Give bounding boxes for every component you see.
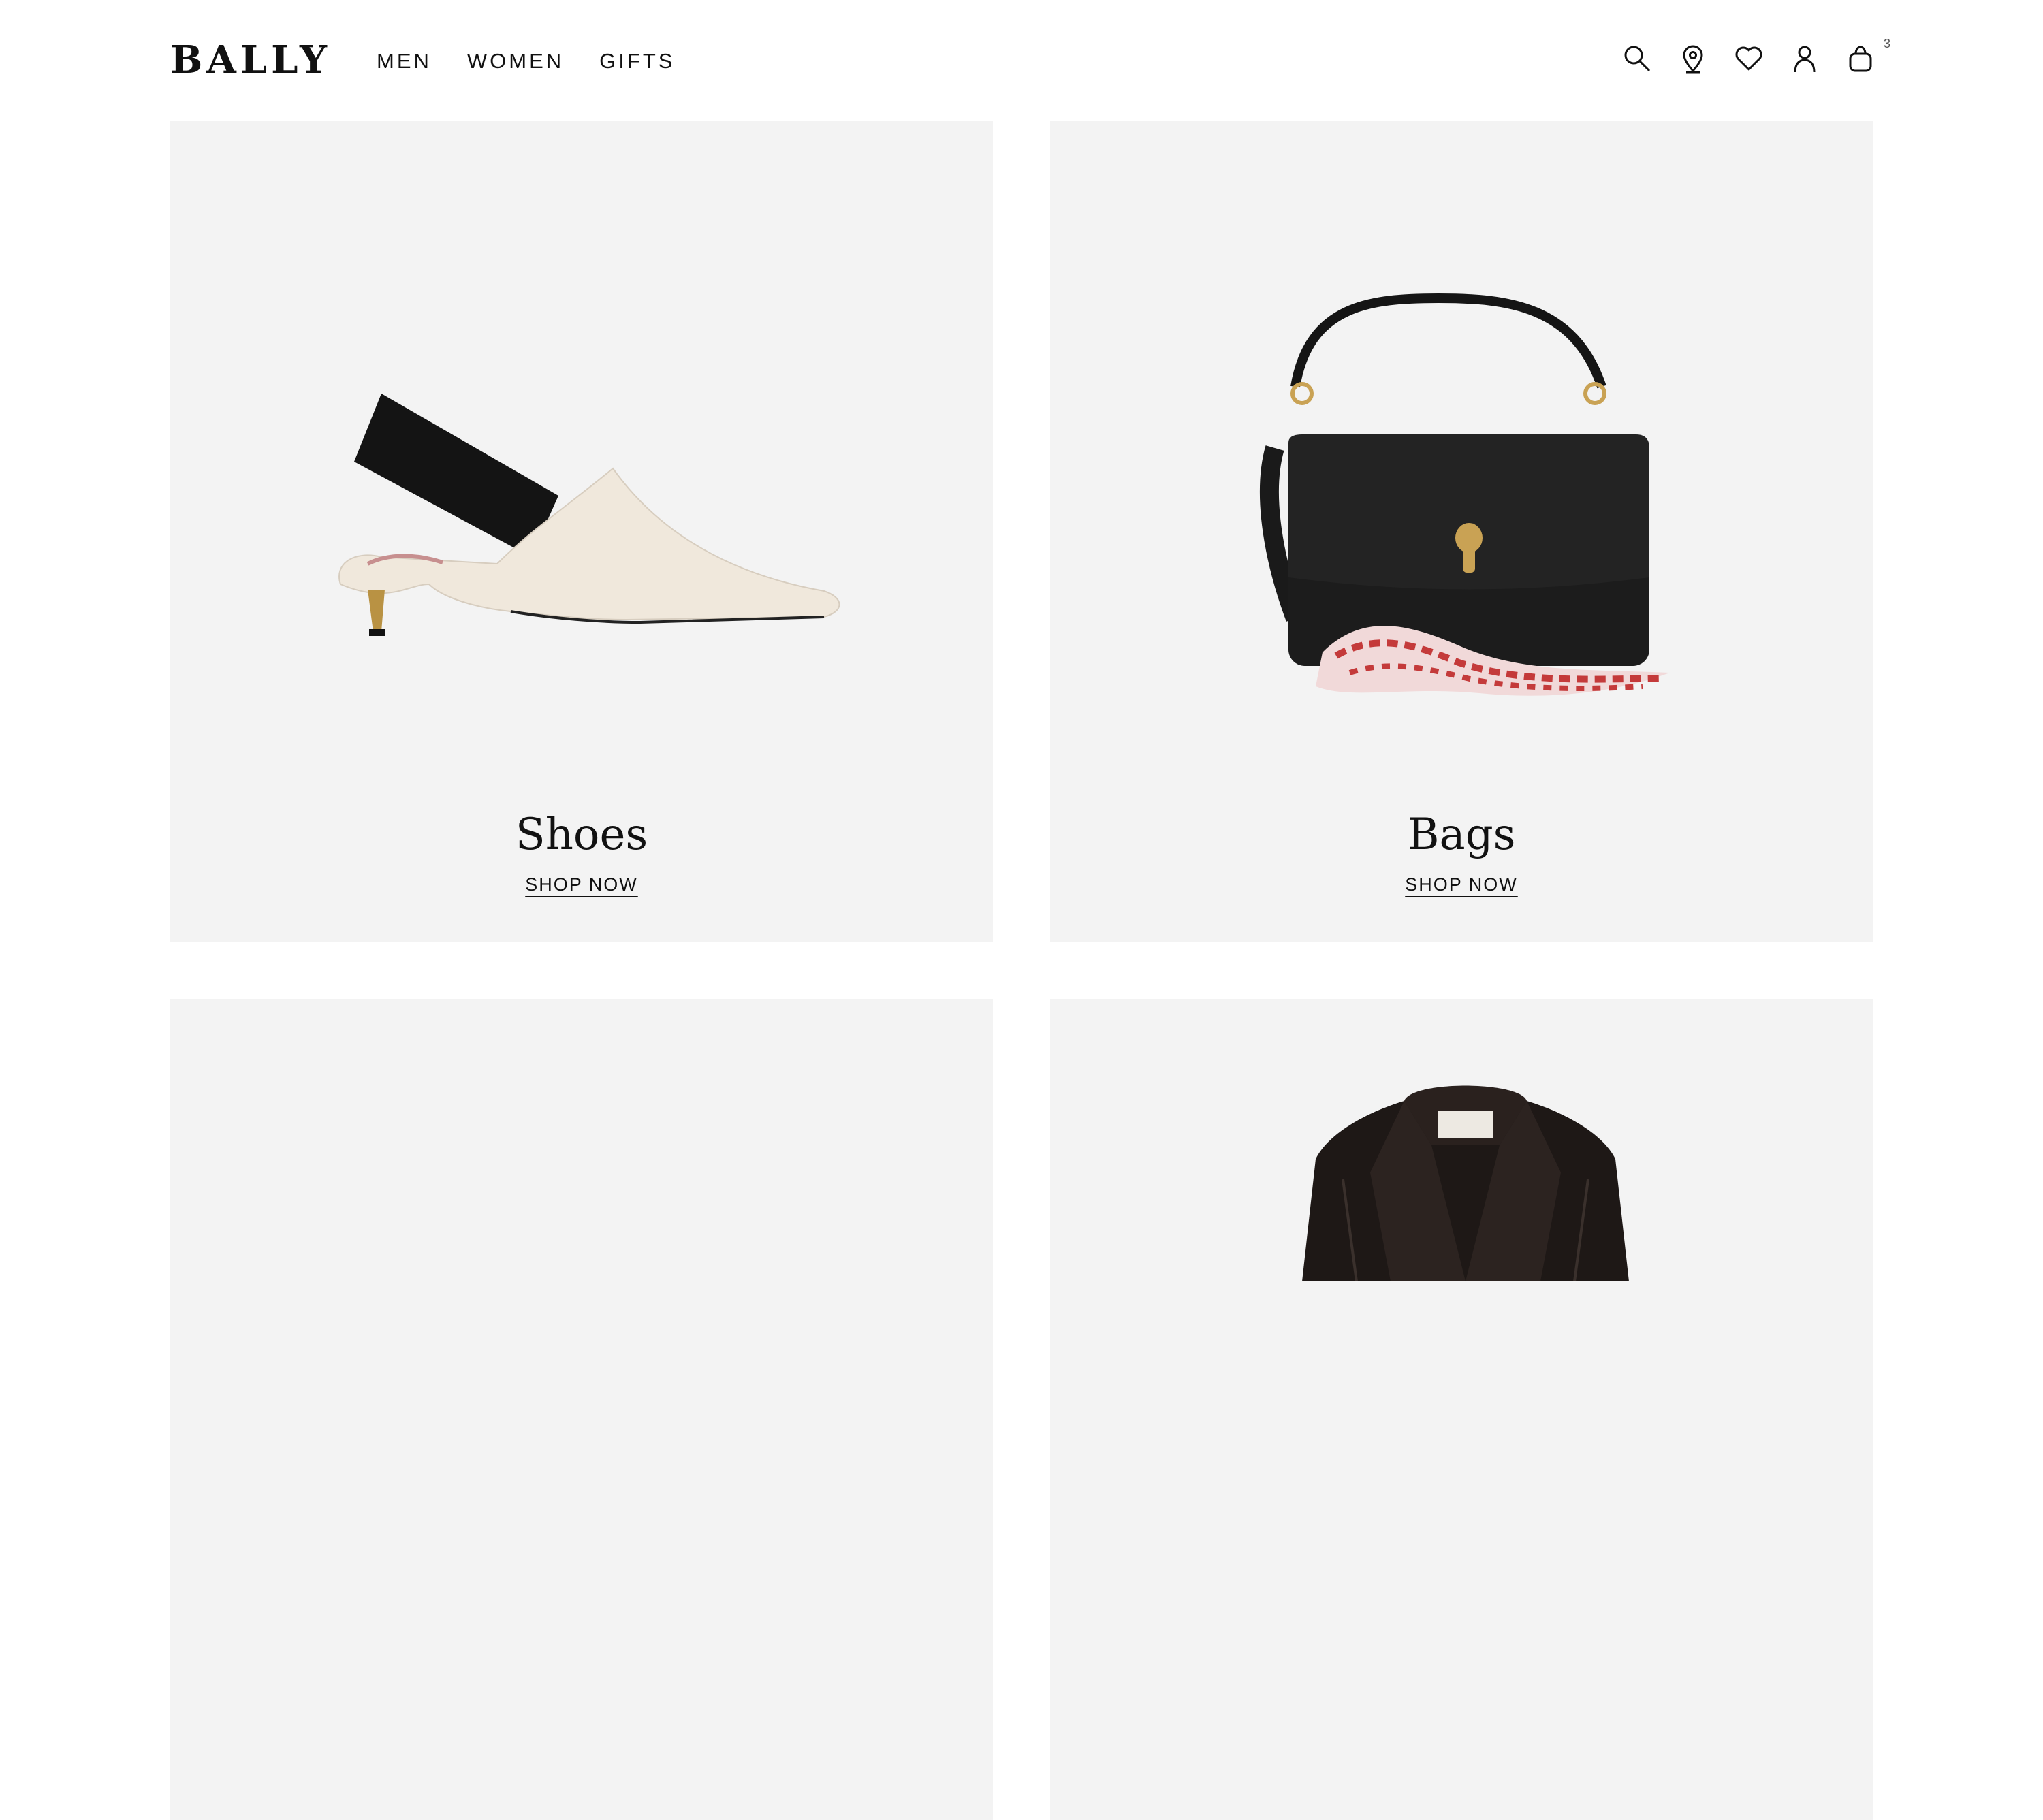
jacket-product-image xyxy=(1302,1085,1629,1281)
category-tile-shoes[interactable]: Shoes SHOP NOW xyxy=(170,121,993,942)
cart-count-badge: 3 xyxy=(1883,37,1890,50)
main-nav: MEN WOMEN GIFTS xyxy=(377,48,675,75)
user-icon[interactable] xyxy=(1788,42,1821,75)
search-icon[interactable] xyxy=(1621,42,1653,75)
category-tile-bags[interactable]: Bags SHOP NOW xyxy=(1050,121,1873,942)
category-title: Shoes xyxy=(515,810,648,860)
nav-item-women[interactable]: WOMEN xyxy=(467,48,564,75)
brand-logo[interactable]: BALLY xyxy=(170,35,331,84)
shopping-bag-icon[interactable]: 3 xyxy=(1844,37,1890,75)
heart-icon[interactable] xyxy=(1732,42,1765,75)
nav-item-gifts[interactable]: GIFTS xyxy=(599,48,675,75)
header-icon-bar: 3 xyxy=(1621,37,1890,75)
shop-now-link[interactable]: SHOP NOW xyxy=(1405,874,1518,895)
bag-product-image xyxy=(1259,293,1670,696)
category-title: Bags xyxy=(1407,810,1516,860)
category-tile-jacket[interactable] xyxy=(1050,999,1873,1820)
site-header: BALLY MEN WOMEN GIFTS 3 xyxy=(0,0,2043,121)
location-pin-icon[interactable] xyxy=(1677,42,1709,75)
nav-item-men[interactable]: MEN xyxy=(377,48,432,75)
shoe-product-image xyxy=(338,394,840,636)
category-tile-placeholder[interactable] xyxy=(170,999,993,1820)
shop-now-link[interactable]: SHOP NOW xyxy=(525,874,638,895)
